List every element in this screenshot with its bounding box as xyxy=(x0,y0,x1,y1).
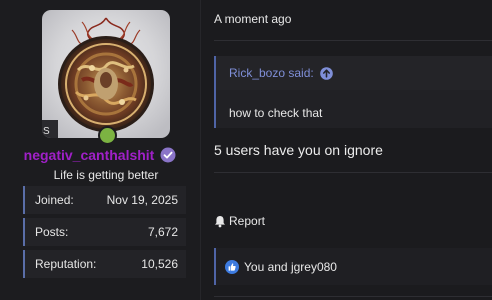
stat-joined: Joined: Nov 19, 2025 xyxy=(23,186,186,214)
report-label[interactable]: Report xyxy=(229,214,265,228)
online-status-indicator xyxy=(98,126,117,145)
like-thumb-icon xyxy=(225,259,239,274)
stat-reputation: Reputation: 10,526 xyxy=(23,250,186,278)
bell-icon xyxy=(214,215,226,228)
arrow-up-circle-icon[interactable] xyxy=(319,66,333,80)
divider xyxy=(214,40,492,41)
user-info-panel: S negativ_canthalshit Life is getting be… xyxy=(0,0,201,300)
likes-text[interactable]: You and jgrey080 xyxy=(244,260,337,274)
svg-text:S: S xyxy=(43,126,50,137)
stat-value: 10,526 xyxy=(141,257,178,271)
username-row: negativ_canthalshit xyxy=(0,147,200,163)
stat-value: Nov 19, 2025 xyxy=(106,193,178,207)
avatar-container[interactable]: S xyxy=(42,10,170,145)
quote-block: Rick_bozo said: how to check that xyxy=(214,56,492,128)
avatar[interactable]: S xyxy=(42,10,170,138)
report-link[interactable]: Report xyxy=(214,214,265,228)
quote-header[interactable]: Rick_bozo said: xyxy=(216,56,492,90)
divider xyxy=(214,296,492,297)
username-link[interactable]: negativ_canthalshit xyxy=(24,147,155,163)
user-title: Life is getting better xyxy=(53,168,159,182)
avatar-image: S xyxy=(42,10,170,138)
post-timestamp[interactable]: A moment ago xyxy=(214,12,291,26)
stat-posts: Posts: 7,672 xyxy=(23,218,186,246)
stat-label: Reputation: xyxy=(35,257,97,271)
likes-bar: You and jgrey080 xyxy=(214,248,492,285)
message-pane: A moment ago Rick_bozo said: how to chec… xyxy=(200,0,492,300)
quote-text: how to check that xyxy=(229,106,323,120)
stat-value: 7,672 xyxy=(147,225,178,239)
stat-label: Joined: xyxy=(35,193,74,207)
message-body: 5 users have you on ignore xyxy=(214,142,383,158)
quote-author[interactable]: Rick_bozo said: xyxy=(229,66,314,80)
divider xyxy=(214,172,492,173)
verified-check-icon xyxy=(160,147,176,163)
stat-label: Posts: xyxy=(35,225,69,239)
